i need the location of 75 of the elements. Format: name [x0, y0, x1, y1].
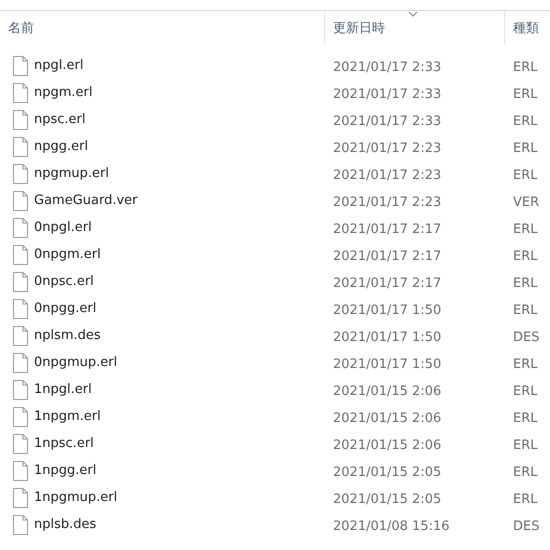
- column-header[interactable]: 種類: [513, 19, 539, 37]
- file-icon: [12, 56, 28, 76]
- file-icon: [12, 164, 28, 184]
- file-name[interactable]: npgl.erl: [34, 58, 84, 73]
- file-icon: [12, 244, 28, 264]
- modified-date: 2021/01/17 2:33: [333, 60, 442, 75]
- file-type: ERL: [513, 357, 538, 372]
- column-header[interactable]: 名前: [8, 19, 34, 37]
- modified-date: 2021/01/17 2:23: [333, 168, 442, 183]
- file-name[interactable]: 0npgm.erl: [34, 247, 101, 262]
- modified-date: 2021/01/15 2:06: [333, 384, 442, 399]
- file-icon: [12, 218, 28, 238]
- file-icon: [12, 514, 28, 534]
- file-type: ERL: [513, 492, 538, 507]
- file-type: ERL: [513, 384, 538, 399]
- file-type: ERL: [513, 168, 538, 183]
- file-type: ERL: [513, 303, 538, 318]
- file-name[interactable]: 1npgmup.erl: [34, 490, 118, 505]
- column-header[interactable]: 更新日時: [333, 19, 385, 37]
- modified-date: 2021/01/17 1:50: [333, 330, 442, 345]
- file-icon: [12, 406, 28, 426]
- modified-date: 2021/01/17 2:17: [333, 222, 442, 237]
- modified-date: 2021/01/15 2:05: [333, 492, 442, 507]
- file-icon: [12, 434, 28, 454]
- file-type: ERL: [513, 60, 538, 75]
- file-type: ERL: [513, 114, 538, 129]
- file-name[interactable]: npgg.erl: [34, 139, 88, 154]
- file-name[interactable]: GameGuard.ver: [34, 193, 138, 208]
- file-type: ERL: [513, 87, 538, 102]
- file-type: ERL: [513, 276, 538, 291]
- file-icon: [12, 136, 28, 156]
- file-type: DES: [513, 330, 540, 345]
- file-name[interactable]: npgmup.erl: [34, 166, 109, 181]
- file-icon: [12, 82, 28, 102]
- file-type: ERL: [513, 465, 538, 480]
- file-icon: [12, 190, 28, 210]
- modified-date: 2021/01/15 2:06: [333, 411, 442, 426]
- file-type: ERL: [513, 438, 538, 453]
- modified-date: 2021/01/17 2:33: [333, 87, 442, 102]
- file-type: ERL: [513, 249, 538, 264]
- file-name[interactable]: npgm.erl: [34, 85, 92, 100]
- file-name[interactable]: nplsb.des: [34, 517, 96, 532]
- modified-date: 2021/01/15 2:06: [333, 438, 442, 453]
- modified-date: 2021/01/17 2:17: [333, 276, 442, 291]
- file-type: ERL: [513, 222, 538, 237]
- file-name[interactable]: 0npgg.erl: [34, 301, 96, 316]
- file-icon: [12, 272, 28, 292]
- file-icon: [12, 352, 28, 372]
- modified-date: 2021/01/08 15:16: [333, 519, 450, 534]
- file-name[interactable]: 0npgmup.erl: [34, 355, 118, 370]
- modified-date: 2021/01/17 2:17: [333, 249, 442, 264]
- file-type: VER: [513, 195, 540, 210]
- modified-date: 2021/01/15 2:05: [333, 465, 442, 480]
- file-type: ERL: [513, 141, 538, 156]
- file-name[interactable]: 1npgm.erl: [34, 409, 101, 424]
- file-name[interactable]: 0npgl.erl: [34, 220, 92, 235]
- modified-date: 2021/01/17 1:50: [333, 357, 442, 372]
- file-name[interactable]: 1npgl.erl: [34, 382, 92, 397]
- file-type: DES: [513, 519, 540, 534]
- modified-date: 2021/01/17 2:23: [333, 195, 442, 210]
- modified-date: 2021/01/17 2:33: [333, 114, 442, 129]
- file-icon: [12, 110, 28, 130]
- modified-date: 2021/01/17 1:50: [333, 303, 442, 318]
- file-icon: [12, 380, 28, 400]
- file-icon: [12, 298, 28, 318]
- file-icon: [12, 460, 28, 480]
- modified-date: 2021/01/17 2:23: [333, 141, 442, 156]
- file-name[interactable]: 1npgg.erl: [34, 463, 96, 478]
- file-name[interactable]: npsc.erl: [34, 112, 86, 127]
- file-icon: [12, 488, 28, 508]
- file-name[interactable]: nplsm.des: [34, 328, 101, 343]
- file-name[interactable]: 1npsc.erl: [34, 436, 94, 451]
- file-type: ERL: [513, 411, 538, 426]
- file-name[interactable]: 0npsc.erl: [34, 274, 94, 289]
- file-icon: [12, 326, 28, 346]
